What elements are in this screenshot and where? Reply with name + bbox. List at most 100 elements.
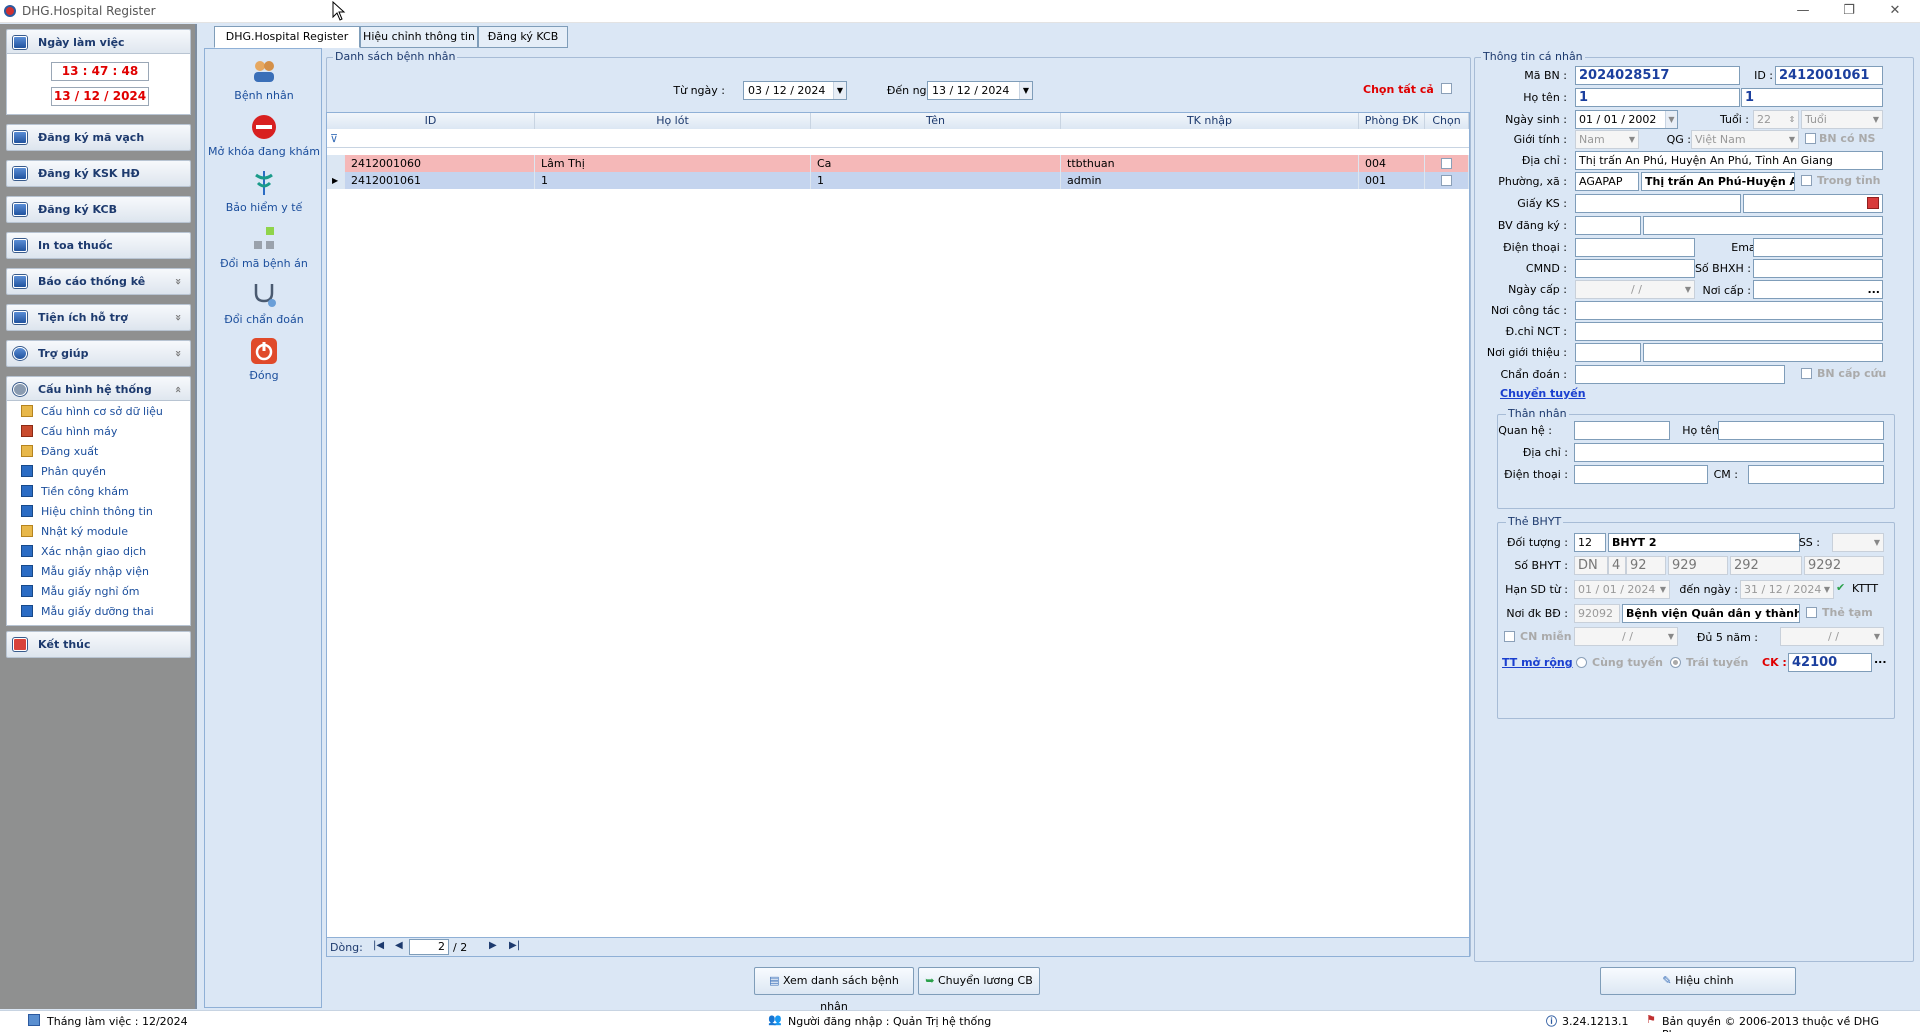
phone-field[interactable]	[1575, 238, 1695, 257]
cung-tuyen-radio[interactable]	[1576, 657, 1587, 668]
bhyt-part-4[interactable]: 929	[1668, 556, 1728, 575]
bhyt-part-5[interactable]: 292	[1730, 556, 1802, 575]
relative-phone-field[interactable]	[1574, 465, 1708, 484]
config-item-machine[interactable]: Cấu hình máy	[21, 423, 117, 441]
tool-change-diagnosis[interactable]: Đổi chẩn đoán	[205, 281, 323, 326]
issue-place-field[interactable]: ...	[1753, 280, 1883, 299]
relative-cm-field[interactable]	[1748, 465, 1884, 484]
column-header-chon[interactable]: Chọn	[1425, 113, 1469, 129]
pager-current-input[interactable]: 2	[409, 939, 449, 955]
ellipsis-icon[interactable]: ...	[1867, 281, 1880, 298]
bhyt-part-6[interactable]: 9292	[1804, 556, 1884, 575]
next-page-icon[interactable]: ▶	[489, 940, 497, 951]
sidebar-item-kcb[interactable]: Đăng ký KCB	[6, 196, 191, 223]
minimize-button[interactable]: —	[1780, 0, 1826, 23]
tt-mo-rong-link[interactable]: TT mở rộng	[1502, 656, 1573, 669]
close-button[interactable]: ✕	[1872, 0, 1918, 23]
tab-register-kcb[interactable]: Đăng ký KCB	[478, 26, 568, 48]
tool-unlock-exam[interactable]: Mở khóa đang khám	[205, 113, 323, 158]
ss-select[interactable]: ▼	[1832, 533, 1884, 552]
workplace-address-field[interactable]	[1575, 322, 1883, 341]
ward-code-field[interactable]: AGAPAP	[1575, 172, 1639, 191]
trai-tuyen-radio[interactable]	[1670, 657, 1681, 668]
age-unit-select[interactable]: Tuổi ▼	[1801, 110, 1883, 129]
ma-bn-field[interactable]: 2024028517	[1575, 66, 1740, 85]
bn-cap-cuu-checkbox[interactable]	[1801, 368, 1812, 379]
config-item-confirm-transaction[interactable]: Xác nhận giao dịch	[21, 543, 146, 561]
nationality-select[interactable]: Việt Nam ▼	[1691, 130, 1799, 149]
table-row[interactable]: 2412001060 Lâm Thị Ca ttbthuan 004	[327, 155, 1469, 172]
dob-picker[interactable]: 01 / 01 / 2002 ▼	[1575, 110, 1678, 129]
noi-dk-field[interactable]: Bệnh viện Quân dân y thành phố	[1622, 604, 1800, 623]
bhyt-part-1[interactable]: DN	[1574, 556, 1608, 575]
du5-date-picker[interactable]: / / ▼	[1780, 627, 1884, 646]
filter-row[interactable]: ⊽	[327, 130, 1469, 148]
doi-tuong-code-field[interactable]: 12	[1574, 533, 1606, 552]
ck-field[interactable]: 42100	[1788, 653, 1872, 672]
age-stepper[interactable]: 22 ⇕	[1753, 110, 1799, 129]
issue-date-picker[interactable]: / / ▼	[1575, 280, 1695, 299]
giay-ks-field[interactable]	[1575, 194, 1741, 213]
sidebar-item-help[interactable]: Trợ giúp »	[6, 340, 191, 367]
sidebar-item-barcode[interactable]: Đăng ký mã vạch	[6, 124, 191, 151]
tool-close[interactable]: Đóng	[205, 337, 323, 382]
bv-dk-field[interactable]	[1643, 216, 1883, 235]
row-checkbox[interactable]	[1441, 175, 1452, 186]
column-header-ten[interactable]: Tên	[811, 113, 1061, 129]
sidebar-item-reports[interactable]: Báo cáo thống kê »	[6, 268, 191, 295]
tool-patient[interactable]: Bệnh nhân	[205, 57, 323, 102]
relative-address-field[interactable]	[1574, 443, 1884, 462]
config-item-admission-form[interactable]: Mẫu giấy nhập viện	[21, 563, 149, 581]
address-field[interactable]: Thị trấn An Phú, Huyện An Phú, Tỉnh An G…	[1575, 151, 1883, 170]
from-date-picker[interactable]: 03 / 12 / 2024 ▼	[743, 81, 847, 100]
chuyen-tuyen-link[interactable]: Chuyển tuyến	[1500, 387, 1586, 400]
row-checkbox[interactable]	[1441, 158, 1452, 169]
bhyt-part-2[interactable]: 4	[1608, 556, 1626, 575]
to-date-picker[interactable]: 13 / 12 / 2024 ▼	[927, 81, 1033, 100]
ten-field[interactable]: 1	[1741, 88, 1883, 107]
gender-select[interactable]: Nam ▼	[1575, 130, 1639, 149]
config-item-edit-info[interactable]: Hiệu chỉnh thông tin	[21, 503, 153, 521]
config-item-database[interactable]: Cấu hình cơ sở dữ liệu	[21, 403, 163, 421]
sidebar-item-ksk[interactable]: Đăng ký KSK HĐ	[6, 160, 191, 187]
cn-mien-date-picker[interactable]: / / ▼	[1574, 627, 1678, 646]
column-header-tk[interactable]: TK nhập	[1061, 113, 1359, 129]
tab-edit-info[interactable]: Hiệu chỉnh thông tin	[360, 26, 478, 48]
restore-button[interactable]: ❐	[1826, 0, 1872, 23]
tool-health-insurance[interactable]: Bảo hiểm y tế	[205, 169, 323, 214]
email-field[interactable]	[1753, 238, 1883, 257]
config-item-module-log[interactable]: Nhật ký module	[21, 523, 128, 541]
id-field[interactable]: 2412001061	[1775, 66, 1883, 85]
workplace-field[interactable]	[1575, 301, 1883, 320]
tool-change-record-id[interactable]: Đổi mã bệnh án	[205, 225, 323, 270]
calendar-icon[interactable]	[1867, 197, 1879, 209]
relationship-field[interactable]	[1574, 421, 1670, 440]
sidebar-item-system-config[interactable]: Cấu hình hệ thống «	[6, 376, 191, 403]
prev-page-icon[interactable]: ◀	[395, 940, 403, 951]
relative-name-field[interactable]	[1718, 421, 1884, 440]
sidebar-item-utilities[interactable]: Tiện ích hỗ trợ »	[6, 304, 191, 331]
ck-ellipsis-icon[interactable]: ...	[1874, 653, 1887, 666]
doi-tuong-field[interactable]: BHYT 2	[1608, 533, 1800, 552]
noi-dk-code-field[interactable]: 92092	[1574, 604, 1620, 623]
sidebar-item-exit[interactable]: Kết thúc	[6, 631, 191, 658]
so-bhxh-field[interactable]	[1753, 259, 1883, 278]
config-item-logout[interactable]: Đăng xuất	[21, 443, 98, 461]
tab-hospital-register[interactable]: DHG.Hospital Register	[214, 26, 360, 48]
config-item-fee[interactable]: Tiền công khám	[21, 483, 129, 501]
last-page-icon[interactable]: ▶|	[509, 940, 520, 951]
bn-co-ns-checkbox[interactable]	[1805, 133, 1816, 144]
column-header-id[interactable]: ID	[327, 113, 535, 129]
table-row[interactable]: ▶ 2412001061 1 1 admin 001	[327, 172, 1469, 189]
config-item-sick-leave-form[interactable]: Mẫu giấy nghỉ ốm	[21, 583, 139, 601]
edit-button[interactable]: ✎ Hiệu chỉnh	[1600, 967, 1796, 995]
transfer-salary-button[interactable]: ➥ Chuyển lương CB	[918, 967, 1040, 995]
trong-tinh-checkbox[interactable]	[1801, 175, 1812, 186]
ho-field[interactable]: 1	[1575, 88, 1740, 107]
cmnd-field[interactable]	[1575, 259, 1695, 278]
select-all-checkbox[interactable]	[1441, 83, 1452, 94]
column-header-holot[interactable]: Họ lót	[535, 113, 811, 129]
referral-field[interactable]	[1643, 343, 1883, 362]
bv-dk-code-field[interactable]	[1575, 216, 1641, 235]
diagnosis-field[interactable]	[1575, 365, 1785, 384]
